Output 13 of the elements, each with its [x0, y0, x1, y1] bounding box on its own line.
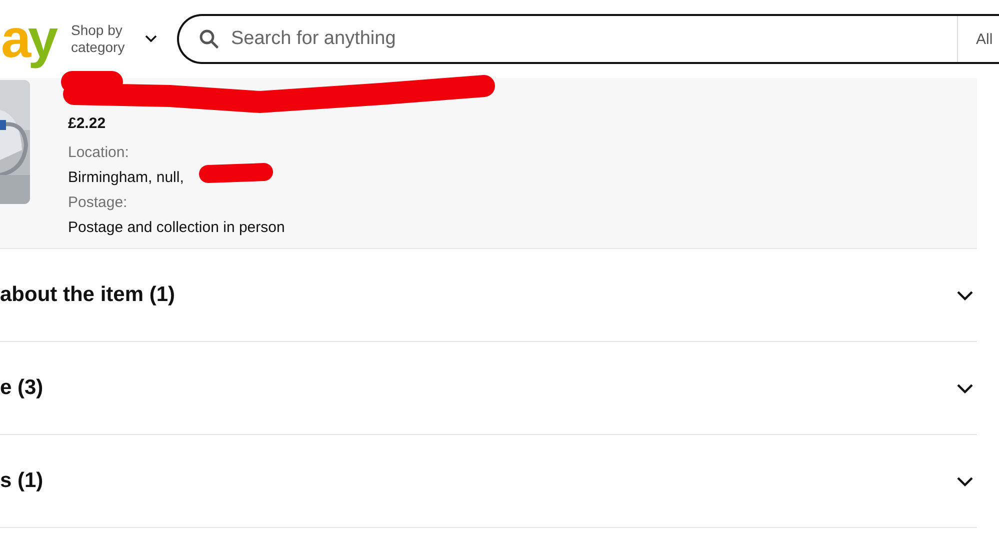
field-value: Postage and collection in person — [68, 218, 285, 238]
search-icon — [199, 29, 219, 49]
chevron-down-icon — [145, 35, 157, 43]
field-label: Location: — [68, 143, 130, 163]
category-select[interactable]: All — [957, 16, 999, 62]
shop-by-category-button[interactable]: Shop by category — [71, 22, 171, 56]
price: £2.22 — [68, 115, 107, 132]
section-title[interactable]: about the item (1) — [0, 283, 176, 307]
search-field[interactable]: Search for anything All — [177, 14, 999, 64]
field-label: Postage: — [68, 193, 128, 213]
section-title[interactable]: e (3) — [0, 376, 44, 400]
field-value: Birmingham, null, — [68, 168, 185, 188]
section-title[interactable]: s (1) — [0, 469, 44, 493]
